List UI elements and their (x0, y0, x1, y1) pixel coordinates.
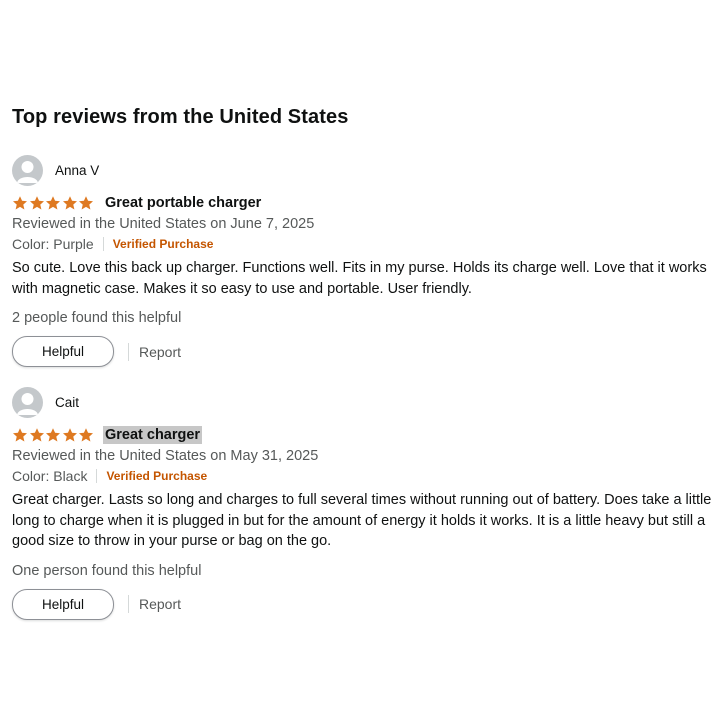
action-divider (128, 342, 129, 361)
review-item: Anna V Great portable charger Reviewed i… (12, 154, 712, 367)
report-link[interactable]: Report (139, 596, 181, 612)
avatar-icon (12, 386, 43, 418)
star-icon (62, 196, 77, 210)
meta-divider (102, 237, 104, 251)
reviewer-name: Anna V (55, 162, 100, 178)
helpful-count: 2 people found this helpful (12, 310, 182, 326)
review-date: Reviewed in the United States on May 31,… (12, 448, 319, 464)
review-body: Great charger. Lasts so long and charges… (12, 492, 712, 549)
report-link[interactable]: Report (139, 344, 181, 360)
action-divider (128, 595, 129, 613)
helpful-button[interactable]: Helpful (12, 336, 114, 367)
star-icon (29, 428, 44, 442)
color-variant[interactable]: Color: Purple (12, 234, 94, 254)
review-title[interactable]: Great charger (102, 426, 203, 444)
star-icon (29, 196, 44, 210)
reviewer-name: Cait (55, 394, 80, 410)
star-icon (46, 428, 61, 442)
star-icon (79, 428, 94, 442)
helpful-count: One person found this helpful (12, 562, 202, 579)
color-variant[interactable]: Color: Black (12, 466, 87, 486)
star-icon (13, 428, 27, 442)
star-icon (46, 196, 61, 210)
review-date: Reviewed in the United States on June 7,… (12, 216, 315, 232)
reviewer-profile[interactable]: Anna V (12, 154, 712, 186)
review-item: Cait Great charger Reviewed in the Unite… (12, 386, 712, 620)
helpful-button[interactable]: Helpful (12, 588, 114, 620)
meta-divider (96, 469, 98, 483)
star-rating[interactable] (12, 195, 95, 211)
avatar-icon (12, 154, 43, 186)
star-icon (79, 196, 94, 210)
reviewer-profile[interactable]: Cait (12, 386, 712, 418)
star-icon (13, 196, 27, 210)
verified-purchase-badge: Verified Purchase (106, 469, 208, 483)
section-title: Top reviews from the United States (12, 106, 349, 128)
star-icon (62, 428, 77, 442)
star-rating[interactable] (12, 427, 95, 443)
review-body: So cute. Love this back up charger. Func… (12, 260, 707, 297)
review-title[interactable]: Great portable charger (103, 194, 263, 212)
verified-purchase-badge: Verified Purchase (112, 237, 214, 251)
